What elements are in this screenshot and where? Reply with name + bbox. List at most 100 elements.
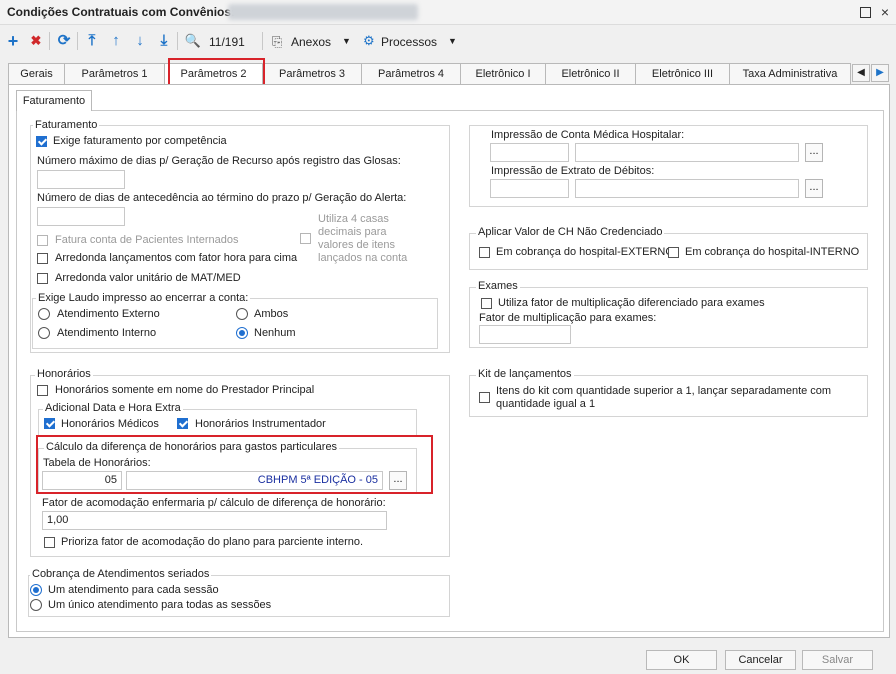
arredonda-fator-hora-checkbox[interactable]: [37, 253, 48, 264]
kit-legend: Kit de lançamentos: [476, 368, 574, 380]
next-record-icon[interactable]: ↓: [130, 31, 150, 51]
fator-exames-field[interactable]: [479, 325, 571, 344]
valor-ch-externo-label: Em cobrança do hospital-EXTERNO: [496, 246, 674, 258]
laudo-nenhum-radio[interactable]: [236, 327, 248, 339]
last-record-icon[interactable]: ⤓: [154, 31, 174, 51]
utiliza-4-casas-line-4: lançados na conta: [318, 252, 408, 264]
chevron-down-icon: ▼: [448, 36, 457, 46]
utiliza-4-casas-line-1: Utiliza 4 casas: [318, 213, 389, 225]
max-dias-label: Número máximo de dias p/ Geração de Recu…: [37, 155, 401, 167]
extrato-name-field[interactable]: [575, 179, 799, 198]
extrato-lookup-button[interactable]: ...: [805, 179, 823, 198]
laudo-ambos-radio[interactable]: [236, 308, 248, 320]
window-title: Condições Contratuais com Convênios:: [7, 5, 236, 19]
max-dias-field[interactable]: [37, 170, 125, 189]
refresh-icon[interactable]: ⟳: [54, 31, 74, 51]
save-button[interactable]: Salvar: [802, 650, 873, 670]
honorarios-legend: Honorários: [35, 368, 93, 380]
laudo-interno-label: Atendimento Interno: [57, 327, 157, 339]
chevron-down-icon: ▼: [342, 36, 351, 46]
attachments-button[interactable]: ⎘ Anexos ▼: [270, 33, 356, 51]
laudo-interno-radio[interactable]: [38, 327, 50, 339]
tab-taxa-administrativa[interactable]: Taxa Administrativa: [729, 63, 851, 84]
hon-instrumentador-checkbox[interactable]: [177, 418, 188, 429]
exige-competencia-checkbox[interactable]: [36, 136, 47, 147]
previous-record-icon[interactable]: ↑: [106, 31, 126, 51]
tab-gerais[interactable]: Gerais: [8, 63, 65, 84]
attachments-label: Anexos: [291, 35, 332, 49]
maximize-icon[interactable]: [856, 3, 874, 21]
itens-kit-line-2: quantidade igual a 1: [496, 398, 596, 410]
toolbar-separator: [49, 32, 50, 50]
toolbar-separator: [77, 32, 78, 50]
tab-eletronico-1[interactable]: Eletrônico I: [460, 63, 546, 84]
arredonda-mat-med-checkbox[interactable]: [37, 273, 48, 284]
fator-exames-label: Fator de multiplicação para exames:: [479, 312, 657, 324]
extrato-code-field[interactable]: [490, 179, 569, 198]
cobranca-cada-sessao-radio[interactable]: [30, 584, 42, 596]
highlight-calculo-group: [36, 435, 433, 494]
hon-medicos-checkbox[interactable]: [44, 418, 55, 429]
itens-kit-label: Itens do kit com quantidade superior a 1…: [496, 385, 831, 411]
cobranca-unico-radio[interactable]: [30, 599, 42, 611]
cobranca-cada-sessao-label: Um atendimento para cada sessão: [48, 584, 219, 596]
arredonda-mat-med-label: Arredonda valor unitário de MAT/MED: [55, 272, 241, 284]
itens-kit-line-1: Itens do kit com quantidade superior a 1…: [496, 385, 832, 397]
prioriza-fator-checkbox[interactable]: [44, 537, 55, 548]
conta-medica-label: Impressão de Conta Médica Hospitalar:: [491, 129, 685, 141]
processes-label: Processos: [381, 35, 438, 49]
tab-eletronico-2[interactable]: Eletrônico II: [545, 63, 636, 84]
first-record-icon[interactable]: ⤒: [82, 31, 102, 51]
conta-medica-lookup-button[interactable]: ...: [805, 143, 823, 162]
utiliza-4-casas-line-2: decimais para: [318, 226, 387, 238]
hon-medicos-label: Honorários Médicos: [61, 418, 159, 430]
cobranca-unico-label: Um único atendimento para todas as sessõ…: [48, 599, 272, 611]
delete-icon[interactable]: ✖: [26, 31, 46, 51]
search-icon[interactable]: 🔍: [183, 31, 203, 51]
hon-instrumentador-label: Honorários Instrumentador: [195, 418, 326, 430]
laudo-legend: Exige Laudo impresso ao encerrar a conta…: [36, 292, 251, 304]
tab-parametros-1[interactable]: Parâmetros 1: [64, 63, 165, 84]
tab-parametros-4[interactable]: Parâmetros 4: [361, 63, 461, 84]
exames-legend: Exames: [476, 280, 520, 292]
prioriza-fator-label: Prioriza fator de acomodação do plano pa…: [61, 536, 364, 548]
processes-button[interactable]: ⚙ Processos ▼: [362, 33, 462, 51]
faturamento-legend: Faturamento: [33, 119, 100, 131]
adicional-legend: Adicional Data e Hora Extra: [43, 402, 183, 414]
dias-antecedencia-field[interactable]: [37, 207, 125, 226]
valor-ch-interno-checkbox[interactable]: [668, 247, 679, 258]
toolbar-separator: [177, 32, 178, 50]
close-icon[interactable]: ×: [876, 3, 894, 21]
tab-eletronico-3[interactable]: Eletrônico III: [635, 63, 730, 84]
tab-scroll-left-icon[interactable]: ◀: [852, 64, 870, 82]
fator-acomodacao-label: Fator de acomodação enfermaria p/ cálcul…: [42, 497, 386, 509]
fatura-internados-checkbox[interactable]: [37, 235, 48, 246]
tab-parametros-3[interactable]: Parâmetros 3: [262, 63, 362, 84]
extrato-label: Impressão de Extrato de Débitos:: [491, 165, 655, 177]
valor-ch-legend: Aplicar Valor de CH Não Credenciado: [476, 226, 665, 238]
itens-kit-checkbox[interactable]: [479, 392, 490, 403]
somente-prestador-checkbox[interactable]: [37, 385, 48, 396]
fator-diferenciado-checkbox[interactable]: [481, 298, 492, 309]
exige-competencia-label: Exige faturamento por competência: [53, 135, 227, 147]
ok-button[interactable]: OK: [646, 650, 717, 670]
subtab-faturamento[interactable]: Faturamento: [16, 90, 92, 111]
laudo-group: [32, 298, 438, 349]
utiliza-4-casas-line-3: valores de itens: [318, 239, 396, 251]
utiliza-4-casas-checkbox[interactable]: [300, 233, 311, 244]
cancel-button[interactable]: Cancelar: [725, 650, 796, 670]
tab-scroll-right-icon[interactable]: ▶: [871, 64, 889, 82]
laudo-externo-label: Atendimento Externo: [57, 308, 160, 320]
valor-ch-interno-label: Em cobrança do hospital-INTERNO: [685, 246, 860, 258]
dias-antecedencia-label: Número de dias de antecedência ao términ…: [37, 192, 407, 204]
fatura-internados-label: Fatura conta de Pacientes Internados: [55, 234, 239, 246]
conta-medica-name-field[interactable]: [575, 143, 799, 162]
somente-prestador-label: Honorários somente em nome do Prestador …: [55, 384, 315, 396]
laudo-externo-radio[interactable]: [38, 308, 50, 320]
fator-acomodacao-field[interactable]: 1,00: [42, 511, 387, 530]
valor-ch-externo-checkbox[interactable]: [479, 247, 490, 258]
add-icon[interactable]: +: [3, 31, 23, 51]
record-counter: 11/191: [209, 35, 245, 49]
conta-medica-code-field[interactable]: [490, 143, 569, 162]
laudo-nenhum-label: Nenhum: [254, 327, 296, 339]
